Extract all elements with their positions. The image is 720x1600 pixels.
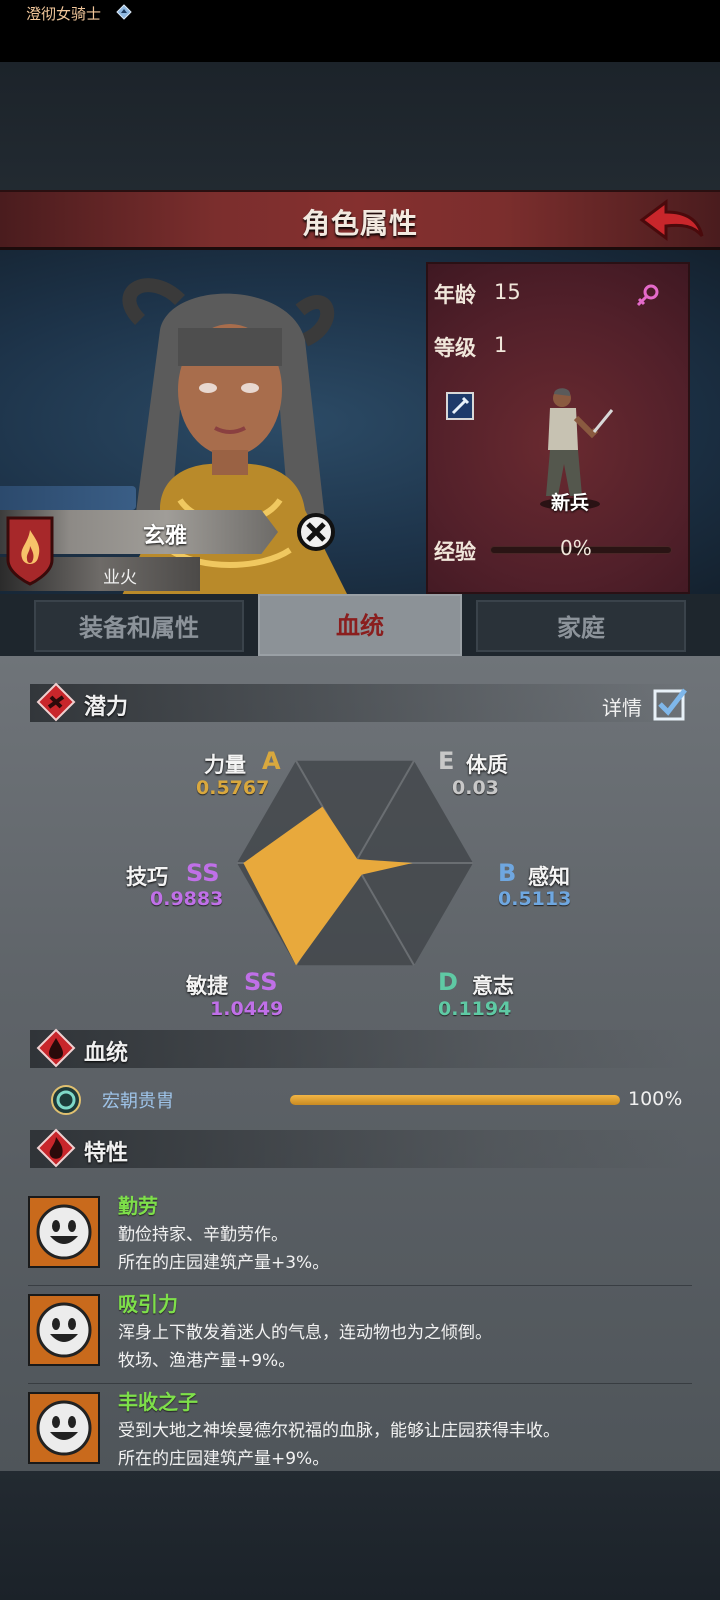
stat-name-constitution: 体质 [466,753,508,777]
class-label: 新兵 [550,492,589,514]
stat-value-constitution: 0.03 [452,777,499,799]
trait-item[interactable]: 吸引力 浑身上下散发着迷人的气息，连动物也为之倾倒。 牧场、渔港产量+9%。 [28,1288,692,1384]
detail-label: 详情 [602,696,642,720]
level-label: 等级 [434,336,476,360]
age-label: 年龄 [434,283,476,307]
tab-family[interactable]: 家庭 [476,600,686,652]
stat-grade-perception: B [498,859,517,887]
level-value: 1 [494,333,508,357]
stat-grade-agility: SS [244,968,278,996]
exp-label: 经验 [434,540,476,564]
trait-name: 勤劳 [118,1194,158,1218]
character-name: 玄雅 [142,524,187,549]
stat-value-skill: 0.9883 [150,888,224,910]
tab-bar: 装备和属性 血统 家庭 [0,594,720,656]
character-element: 业火 [103,568,137,588]
smiley-icon [28,1196,100,1268]
bloodline-percent: 100% [628,1088,683,1110]
potential-icon [36,682,76,722]
stat-name-strength: 力量 [204,753,246,777]
stat-value-perception: 0.5113 [498,888,572,910]
dragon-emblem-icon [51,1085,81,1115]
stat-value-strength: 0.5767 [196,777,270,799]
header-bar: 角色属性 [0,190,720,250]
traits-title: 特性 [84,1141,129,1166]
potential-title: 潜力 [84,695,129,720]
stat-grade-will: D [438,968,458,996]
smiley-icon [28,1392,100,1464]
character-title: 澄彻女骑士 [26,5,102,23]
bloodline-name: 宏朝贵胄 [102,1091,174,1112]
trait-name: 丰收之子 [118,1390,198,1414]
stat-value-agility: 1.0449 [210,998,284,1020]
female-icon [636,284,659,307]
traits-section-bar [30,1130,690,1168]
bloodline-title: 血统 [84,1041,129,1066]
page-title: 角色属性 [301,207,418,240]
title-info-icon[interactable] [116,4,132,20]
potential-section-bar [30,684,690,722]
detail-checkbox[interactable] [652,686,688,722]
blood-drop-icon [36,1028,76,1068]
status-bar-area [0,0,720,62]
stat-grade-constitution: E [438,747,455,775]
bloodline-section-bar [30,1030,690,1068]
trait-name: 吸引力 [118,1292,178,1316]
stat-name-will: 意志 [472,974,514,998]
sword-icon [446,392,474,420]
top-backdrop [0,62,720,190]
stat-name-skill: 技巧 [126,865,168,889]
bloodline-bar [290,1095,620,1105]
character-title-tag [0,486,136,510]
stat-value-will: 0.1194 [438,998,512,1020]
age-value: 15 [494,280,521,304]
trait-effect: 所在的庄园建筑产量+3%。 [118,1253,330,1273]
tab-bloodline[interactable]: 血统 [258,594,462,656]
close-icon[interactable] [296,512,336,552]
exp-value: 0% [560,536,592,560]
trait-item[interactable]: 勤劳 勤俭持家、辛勤劳作。 所在的庄园建筑产量+3%。 [28,1190,692,1286]
tab-equipment[interactable]: 装备和属性 [34,600,244,652]
trait-description: 浑身上下散发着迷人的气息，连动物也为之倾倒。 [118,1323,492,1343]
stat-grade-strength: A [262,747,281,775]
bloodline-bar-fill [290,1095,620,1105]
trait-effect: 牧场、渔港产量+9%。 [118,1351,296,1371]
trait-item[interactable]: 丰收之子 受到大地之神埃曼德尔祝福的血脉，能够让庄园获得丰收。 所在的庄园建筑产… [28,1386,692,1482]
trait-description: 勤俭持家、辛勤劳作。 [118,1225,288,1245]
fire-shield-icon [6,516,54,586]
back-arrow-icon[interactable] [636,196,706,246]
stat-name-agility: 敏捷 [186,974,228,998]
stat-grade-skill: SS [186,859,220,887]
trait-effect: 所在的庄园建筑产量+9%。 [118,1449,330,1469]
smiley-icon [28,1294,100,1366]
trait-description: 受到大地之神埃曼德尔祝福的血脉，能够让庄园获得丰收。 [118,1421,560,1441]
stat-name-perception: 感知 [528,865,570,889]
bottom-backdrop [0,1471,720,1600]
flame-icon [36,1128,76,1168]
